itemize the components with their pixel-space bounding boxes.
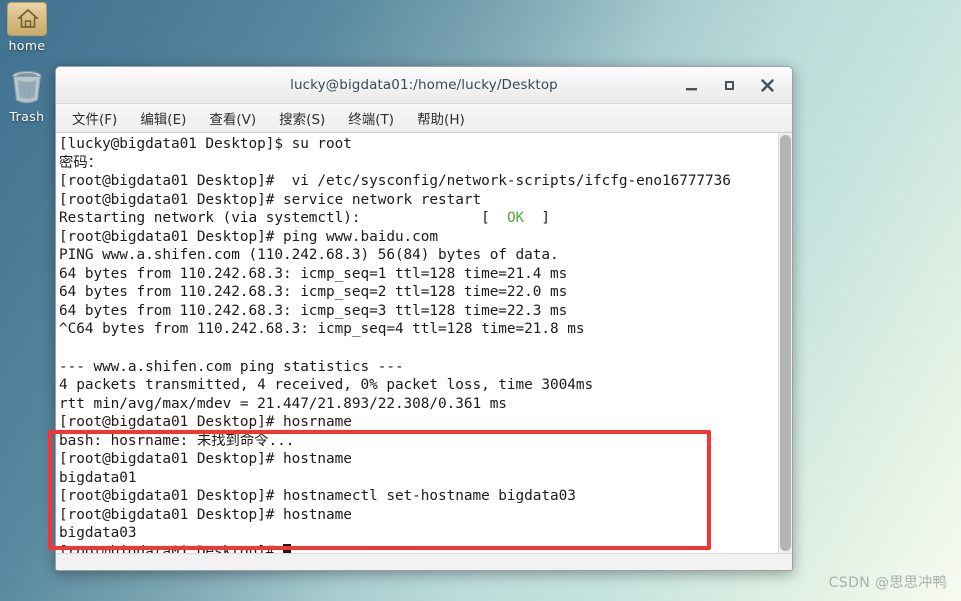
menubar: 文件(F) 编辑(E) 查看(V) 搜索(S) 终端(T) 帮助(H) [56, 104, 792, 133]
menu-help[interactable]: 帮助(H) [414, 106, 468, 130]
terminal-scrollbar[interactable] [778, 133, 792, 553]
terminal-line: bash: hosrname: 未找到命令... [59, 432, 295, 449]
menu-view[interactable]: 查看(V) [206, 106, 259, 130]
scrollbar-thumb[interactable] [780, 135, 791, 551]
window-titlebar[interactable]: lucky@bigdata01:/home/lucky/Desktop [56, 67, 792, 104]
terminal-line: [root@bigdata01 Desktop]# hostname [59, 451, 352, 468]
terminal-line: [root@bigdata01 Desktop]# ping www.baidu… [59, 228, 439, 245]
trash-bin-icon [6, 67, 48, 107]
terminal-window: lucky@bigdata01:/home/lucky/Desktop 文件(F… [55, 66, 793, 571]
watermark-text: CSDN @思思冲鸭 [828, 575, 947, 591]
desktop-icon-trash-label: Trash [9, 109, 45, 124]
terminal-output[interactable]: [lucky@bigdata01 Desktop]$ su root 密码： [ro… [56, 133, 778, 553]
status-ok-badge: OK [506, 210, 525, 227]
terminal-line: [lucky@bigdata01 Desktop]$ su root [59, 136, 352, 152]
terminal-line: --- www.a.shifen.com ping statistics --- [59, 358, 404, 375]
maximize-button[interactable] [721, 77, 738, 94]
desktop-icon-home-label: home [8, 38, 46, 53]
terminal-line: [root@bigdata01 Desktop]# service networ… [59, 191, 482, 208]
terminal-line: [root@bigdata01 Desktop]# hostnamectl se… [59, 488, 576, 505]
minimize-button[interactable] [683, 77, 700, 94]
terminal-body: [lucky@bigdata01 Desktop]$ su root 密码： [ro… [56, 133, 792, 553]
menu-search[interactable]: 搜索(S) [276, 106, 328, 130]
terminal-line: [root@bigdata01 Desktop]# hosrname [59, 414, 352, 431]
terminal-line: rtt min/avg/max/mdev = 21.447/21.893/22.… [59, 395, 507, 412]
terminal-line: 64 bytes from 110.242.68.3: icmp_seq=2 t… [59, 284, 568, 301]
terminal-line: [root@bigdata01 Desktop]# hostname [59, 506, 352, 523]
terminal-line: 4 packets transmitted, 4 received, 0% pa… [59, 377, 594, 394]
terminal-line: bigdata03 [59, 525, 137, 542]
terminal-line: PING www.a.shifen.com (110.242.68.3) 56(… [59, 247, 559, 264]
terminal-line: ^C64 bytes from 110.242.68.3: icmp_seq=4… [59, 321, 585, 338]
menu-edit[interactable]: 编辑(E) [137, 106, 189, 130]
window-controls [683, 77, 792, 94]
close-button[interactable] [759, 77, 776, 94]
desktop-icon-column: home Trash [0, 0, 54, 124]
window-statusbar [56, 553, 792, 570]
window-title: lucky@bigdata01:/home/lucky/Desktop [290, 77, 558, 93]
desktop-icon-home[interactable]: home [0, 2, 54, 53]
terminal-line: 64 bytes from 110.242.68.3: icmp_seq=1 t… [59, 265, 568, 282]
terminal-line: [root@bigdata01 Desktop]# [59, 543, 778, 553]
maximize-icon [725, 80, 734, 90]
menu-file[interactable]: 文件(F) [69, 106, 120, 130]
home-folder-icon [7, 2, 47, 36]
terminal-line: 密码： [59, 154, 103, 171]
terminal-cursor [282, 544, 291, 553]
terminal-line: Restarting network (via systemctl): [ OK… [59, 210, 551, 227]
desktop-icon-trash[interactable]: Trash [0, 67, 54, 124]
terminal-line: [root@bigdata01 Desktop]# vi /etc/syscon… [59, 173, 731, 190]
terminal-line: bigdata01 [59, 469, 137, 486]
terminal-line: 64 bytes from 110.242.68.3: icmp_seq=3 t… [59, 302, 568, 319]
menu-terminal[interactable]: 终端(T) [345, 106, 397, 130]
